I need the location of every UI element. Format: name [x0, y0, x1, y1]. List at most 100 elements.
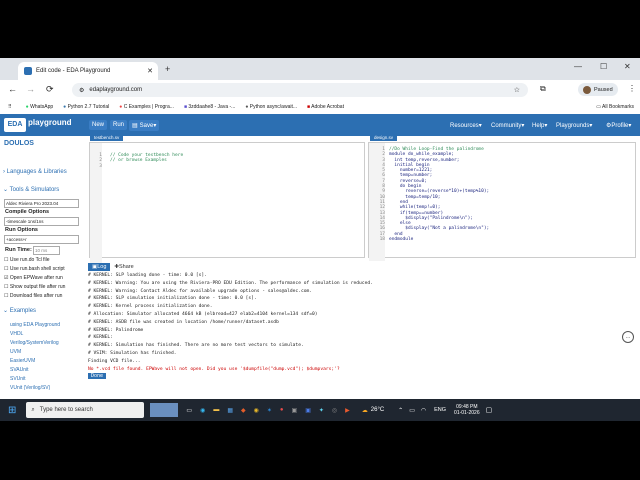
bookmark-star-icon[interactable]: ☆ — [514, 86, 520, 94]
back-icon[interactable]: ← — [8, 84, 17, 94]
log-line: # VSIM: Simulation has finished. — [88, 350, 177, 356]
example-link[interactable]: SVAUnit — [10, 367, 29, 373]
clock[interactable]: 09:48 PM 01-01-2026 — [454, 404, 480, 416]
checkbox-row[interactable]: ☑ Open EPWave after run — [4, 275, 63, 281]
menu-icon[interactable]: ⋮ — [628, 84, 636, 93]
nav-playgrounds[interactable]: Playgrounds▾ — [556, 122, 592, 129]
edge-icon[interactable]: ◉ — [200, 407, 205, 414]
tab-share[interactable]: ✚Share — [110, 263, 137, 271]
nav-resources[interactable]: Resources▾ — [450, 122, 482, 129]
checkbox-checked[interactable]: ☑ — [4, 275, 8, 281]
extensions-icon[interactable]: ⧉ — [540, 84, 546, 94]
widget-icon[interactable] — [150, 403, 179, 417]
java-icon: ■ — [183, 104, 187, 110]
chevron-right-icon: › — [3, 169, 5, 175]
app-icon[interactable]: ● — [280, 407, 284, 413]
app-icon[interactable]: ▣ — [292, 407, 298, 414]
file-explorer-icon[interactable]: ▬ — [213, 407, 219, 413]
app-icon[interactable]: ▶ — [345, 407, 350, 414]
sidebar-item-tools[interactable]: ⌄ Tools & Simulators — [3, 186, 59, 193]
design-tab[interactable]: design.sv — [370, 134, 398, 141]
tray-arrow-icon[interactable]: ⌃ — [398, 407, 403, 414]
example-link[interactable]: VHDL — [10, 331, 23, 337]
design-editor[interactable]: 1 2 3 4 5 6 7 8 9 10 11 12 13 14 15 16 17 18 //Do While L… — [368, 142, 636, 261]
python-icon: ● — [245, 104, 249, 110]
example-link[interactable]: using EDA Playground — [10, 322, 60, 328]
nav-community[interactable]: Community▾ — [491, 122, 524, 129]
run-button[interactable]: Run — [110, 120, 128, 130]
checkbox-row[interactable]: ☐ Use run.do Tcl file — [4, 257, 50, 263]
sidebar-item-languages[interactable]: › Languages & Libraries — [3, 169, 67, 175]
example-link[interactable]: SVUnit — [10, 376, 26, 382]
minimize-icon[interactable]: — — [574, 62, 582, 71]
windows-start-icon[interactable]: ⊞ — [8, 405, 16, 416]
example-link[interactable]: EasierUVM — [10, 358, 35, 364]
testbench-tab[interactable]: testbench.sv — [90, 134, 124, 141]
doulos-logo: DOULOS — [4, 140, 34, 147]
chrome-icon[interactable]: ◉ — [254, 407, 259, 414]
save-button[interactable]: ▤ Save ▾ — [129, 120, 160, 131]
url-bar[interactable]: ⚙ edaplayground.com ☆ — [72, 83, 528, 97]
profile-status: Paused — [594, 86, 613, 93]
office-icon[interactable]: ◆ — [241, 407, 246, 414]
log-line: # KERNEL: Warning: Contact Aldec for ava… — [88, 288, 313, 294]
close-tab-icon[interactable]: ✕ — [147, 67, 153, 75]
new-tab-icon[interactable]: + — [165, 64, 170, 74]
bookmark-item[interactable]: ● WhatsApp — [26, 104, 54, 110]
apps-icon[interactable]: ⠿ — [8, 104, 12, 110]
sidebar-item-examples[interactable]: ⌄ Examples — [3, 307, 36, 314]
bookmark-item[interactable]: ● C Examples | Progra... — [119, 104, 174, 110]
log-line: # KERNEL: Kernel process initialization … — [88, 304, 213, 310]
example-link[interactable]: Verilog/SystemVerilog — [10, 340, 59, 346]
checkbox-row[interactable]: ☐ Use run.bash shell script — [4, 266, 65, 272]
save-icon: ▤ — [132, 123, 138, 129]
design-code: //Do While Loop-Find the palindrome modul… — [389, 147, 489, 242]
chat-help-icon[interactable]: … — [622, 331, 634, 343]
run-time-input[interactable]: 10 ms — [33, 246, 60, 255]
bookmark-item[interactable]: ● Python async/await... — [245, 104, 297, 110]
close-window-icon[interactable]: ✕ — [624, 62, 631, 71]
example-link[interactable]: UVM — [10, 349, 21, 355]
maximize-icon[interactable]: ☐ — [600, 62, 607, 71]
bookmark-item[interactable]: ■ 3zddaahe8 - Java -... — [184, 104, 235, 110]
testbench-code: // Code your testbench here // or browse… — [110, 153, 183, 164]
task-view-icon[interactable]: ▭ — [186, 407, 192, 414]
tool-select[interactable]: Aldec Riviera Pro 2023.04 — [4, 199, 79, 208]
whatsapp-icon: ● — [25, 104, 29, 110]
notification-icon[interactable]: ▢ — [486, 406, 493, 414]
nav-help[interactable]: Help▾ — [532, 122, 547, 129]
bookmark-item[interactable]: ● Python 2.7 Tutorial — [63, 104, 109, 110]
app-icon[interactable]: ✦ — [319, 407, 324, 414]
testbench-editor[interactable]: 123 // Code your testbench here // or br… — [89, 142, 365, 267]
checkbox[interactable]: ☐ — [4, 284, 8, 290]
code-line: reverse=(reverse*10)+(temp%10); — [389, 189, 490, 195]
checkbox[interactable]: ☐ — [4, 266, 8, 272]
profile-chip[interactable]: Paused — [578, 83, 618, 96]
bookmark-item[interactable]: ■ Adobe Acrobat — [307, 104, 344, 110]
browser-tab[interactable]: Edit code - EDA Playground ✕ — [18, 62, 158, 80]
tab-log[interactable]: ▣Log — [88, 263, 111, 271]
app-icon[interactable]: ◎ — [332, 407, 337, 414]
vscode-icon[interactable]: ✶ — [267, 407, 272, 414]
eda-logo[interactable]: EDA playground — [2, 116, 84, 134]
language-indicator[interactable]: ENG — [434, 407, 446, 413]
checkbox[interactable]: ☐ — [4, 257, 8, 263]
new-button[interactable]: New — [89, 120, 108, 130]
checkbox-row[interactable]: ☐ Download files after run — [4, 293, 62, 299]
store-icon[interactable]: ▦ — [227, 407, 233, 414]
forward-icon[interactable]: → — [26, 84, 35, 94]
compile-options-input[interactable]: -timescale 1ns/1ns — [4, 217, 79, 226]
line-gutter: 123 — [90, 143, 102, 267]
run-options-input[interactable]: +access+r — [4, 235, 79, 244]
checkbox[interactable]: ☐ — [4, 293, 8, 299]
all-bookmarks[interactable]: ▭ All Bookmarks — [596, 104, 634, 110]
checkbox-row[interactable]: ☐ Show output file after run — [4, 284, 65, 290]
reload-icon[interactable]: ⟳ — [46, 84, 54, 95]
app-icon[interactable]: ▣ — [305, 407, 311, 414]
nav-profile[interactable]: ⚙Profile▾ — [606, 122, 631, 129]
taskbar-search[interactable]: ⌕ Type here to search — [26, 402, 145, 418]
example-link[interactable]: VUnit (Verilog/SV) — [10, 385, 50, 391]
c-icon: ● — [119, 104, 123, 110]
line-gutter: 1 2 3 4 5 6 7 8 9 10 11 12 13 14 15 16 17 18 — [369, 143, 385, 261]
site-info-icon[interactable]: ⚙ — [79, 87, 84, 94]
